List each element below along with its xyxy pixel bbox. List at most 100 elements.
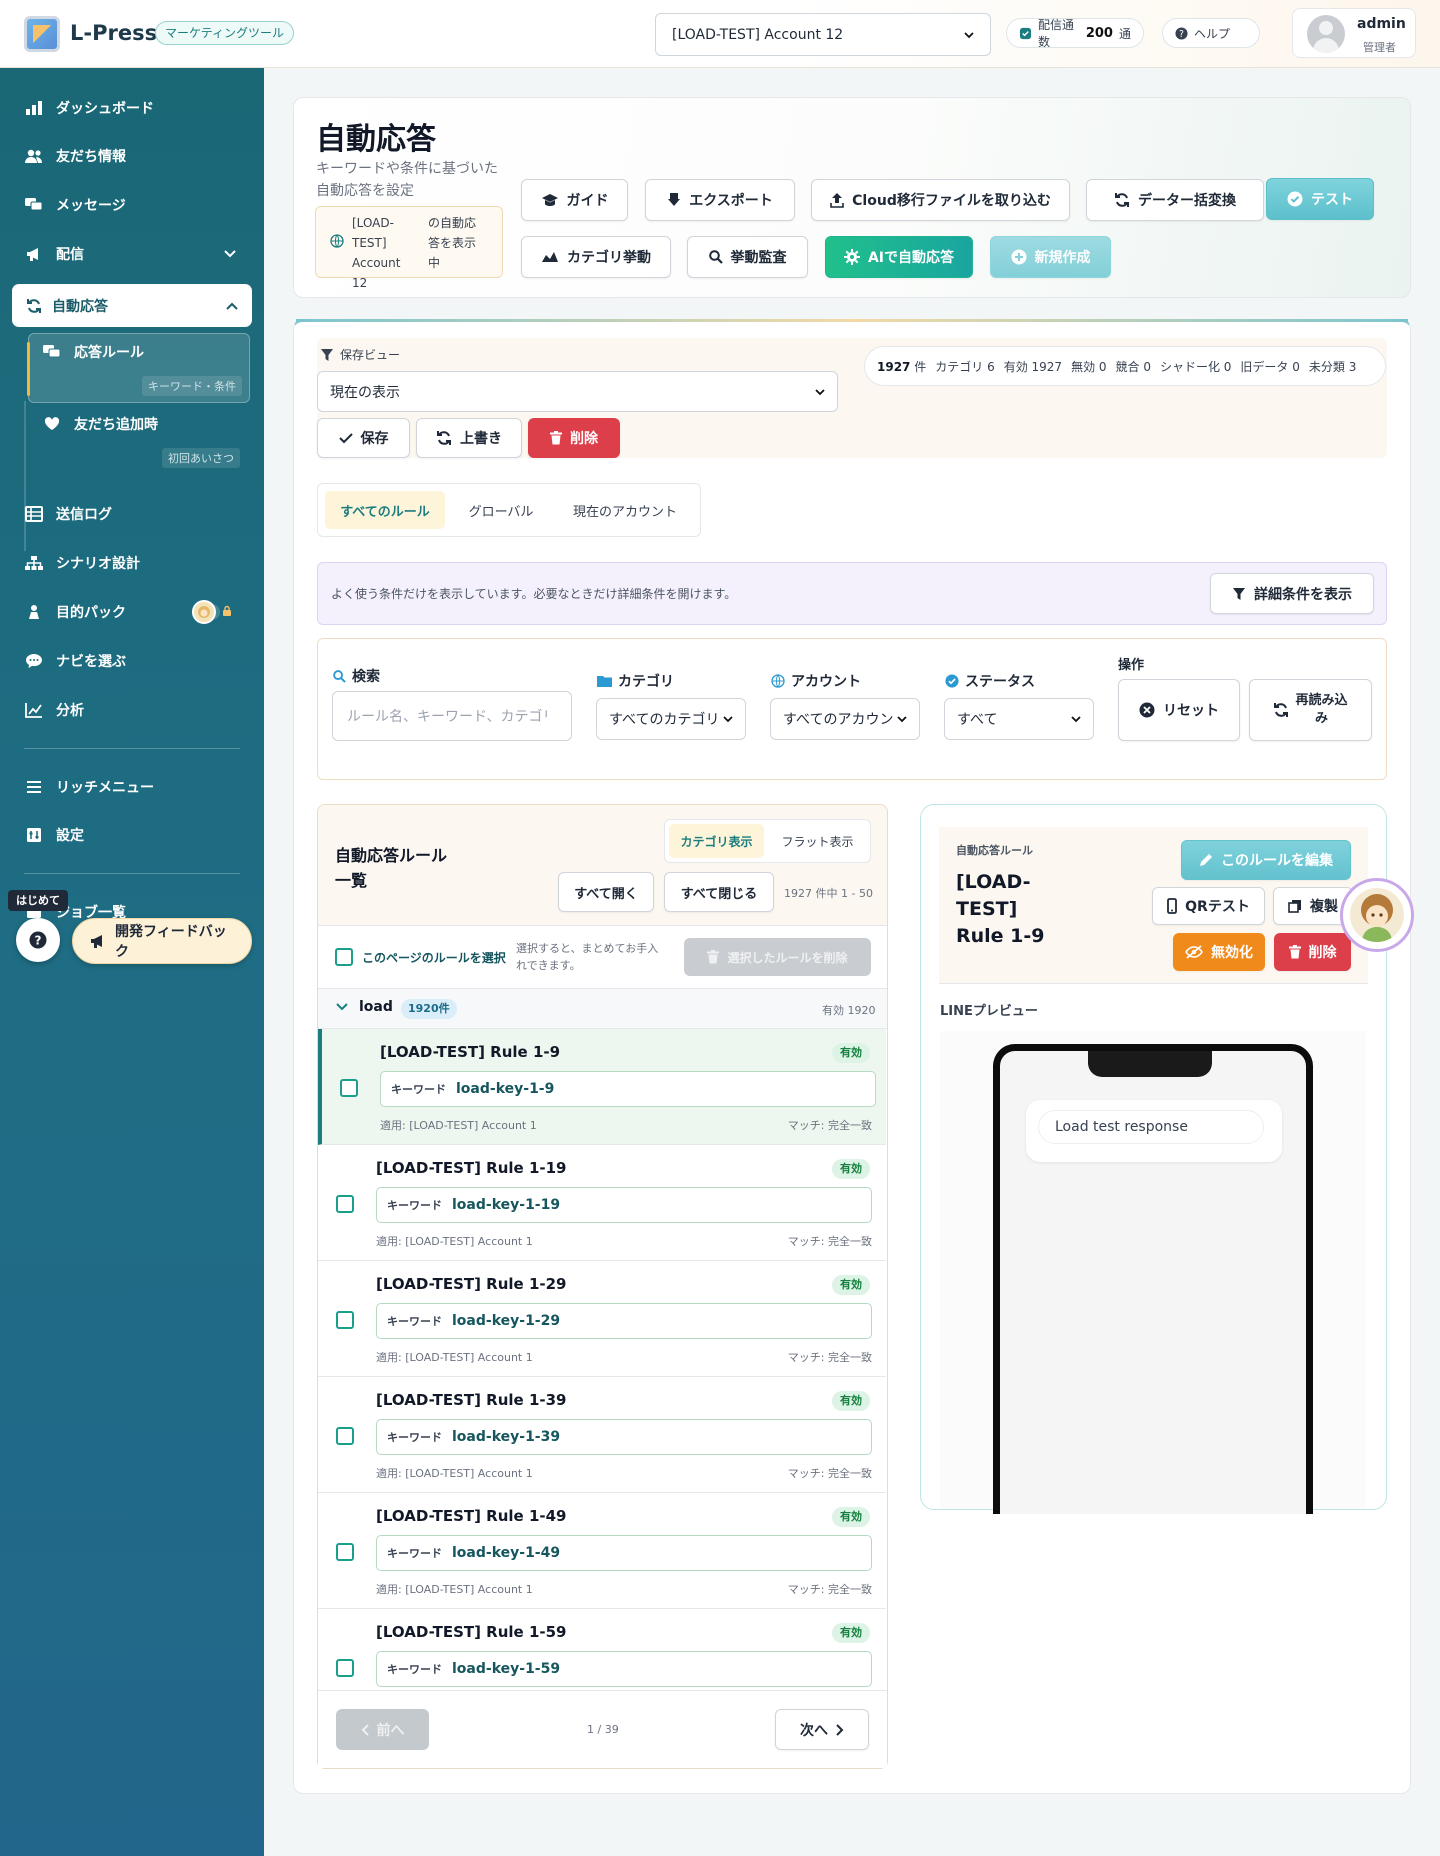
ai-reply-button[interactable]: AIで自動応答 bbox=[825, 236, 973, 278]
sidebar-item-scenario[interactable]: シナリオ設計 bbox=[24, 553, 140, 573]
group-name: load bbox=[359, 999, 393, 1015]
chevron-down-icon bbox=[815, 387, 825, 397]
globe-icon bbox=[771, 674, 785, 688]
send-icon bbox=[1019, 27, 1032, 40]
behavior-monitor-button[interactable]: 挙動監査 bbox=[687, 236, 808, 278]
next-page-button[interactable]: 次へ bbox=[775, 1709, 869, 1750]
rule-row[interactable]: [LOAD-TEST] Rule 1-29 有効 キーワード load-key-1-2… bbox=[318, 1261, 886, 1377]
delete-view-button[interactable]: 削除 bbox=[528, 418, 620, 458]
user-menu[interactable]: admin 管理者 bbox=[1292, 8, 1416, 58]
feedback-button[interactable]: 開発フィードバック bbox=[72, 918, 252, 964]
category-select[interactable]: すべてのカテゴリ bbox=[596, 698, 746, 740]
sync-icon bbox=[436, 430, 452, 446]
rule-row-checkbox[interactable] bbox=[336, 1659, 354, 1677]
account-filter-select[interactable]: すべてのアカウント bbox=[770, 698, 920, 740]
reload-button[interactable]: 再読み込 み bbox=[1249, 679, 1372, 741]
megaphone-icon bbox=[24, 246, 44, 262]
rule-status-badge: 有効 bbox=[832, 1275, 870, 1295]
help-button[interactable]: ? ヘルプ bbox=[1162, 18, 1260, 48]
rule-status-badge: 有効 bbox=[832, 1623, 870, 1643]
rule-row-checkbox[interactable] bbox=[336, 1427, 354, 1445]
sidebar-item-settings[interactable]: 設定 bbox=[24, 825, 84, 845]
disable-rule-button[interactable]: 無効化 bbox=[1173, 933, 1265, 971]
chevron-down-icon bbox=[1071, 714, 1081, 724]
account-select[interactable]: [LOAD-TEST] Account 12 bbox=[655, 13, 991, 56]
view-category-tab[interactable]: カテゴリ表示 bbox=[669, 824, 764, 858]
assistant-character-button[interactable] bbox=[1340, 878, 1414, 952]
search-input[interactable]: ルール名、キーワード、カテゴリ bbox=[332, 691, 572, 741]
rule-row-checkbox[interactable] bbox=[336, 1543, 354, 1561]
overwrite-view-button[interactable]: 上書き bbox=[416, 418, 522, 458]
detail-kicker: 自動応答ルール bbox=[956, 844, 1033, 857]
copy-icon bbox=[1288, 899, 1302, 913]
onboarding-tag: はじめて bbox=[8, 890, 68, 911]
sidebar-item-send-log[interactable]: 送信ログ bbox=[24, 504, 112, 524]
app-logo[interactable] bbox=[24, 16, 60, 52]
sidebar-item-rich-menu[interactable]: リッチメニュー bbox=[24, 777, 154, 797]
question-icon: ? bbox=[29, 931, 47, 949]
filter-icon bbox=[320, 348, 334, 362]
guide-button[interactable]: ガイド bbox=[521, 179, 628, 221]
filter-icon bbox=[1232, 587, 1246, 601]
save-view-button[interactable]: 保存 bbox=[317, 418, 410, 458]
app-name: L-Press bbox=[70, 21, 158, 45]
rule-row[interactable]: [LOAD-TEST] Rule 1-59 有効 キーワード load-key-1-5… bbox=[318, 1609, 886, 1690]
sidebar-subitem-friend-added[interactable]: 友だち追加時 bbox=[42, 414, 158, 434]
rule-row[interactable]: [LOAD-TEST] Rule 1-49 有効 キーワード load-key-1-4… bbox=[318, 1493, 886, 1609]
sidebar-item-delivery[interactable]: 配信 bbox=[24, 244, 240, 264]
tab-global[interactable]: グローバル bbox=[458, 491, 544, 529]
download-icon bbox=[667, 192, 681, 208]
show-advanced-filters-button[interactable]: 詳細条件を表示 bbox=[1210, 573, 1374, 614]
keyword-label: キーワード bbox=[387, 1431, 442, 1444]
page-title: 自動応答 bbox=[316, 122, 436, 157]
prev-page-button[interactable]: 前へ bbox=[336, 1709, 429, 1750]
tab-current-account[interactable]: 現在のアカウント bbox=[560, 491, 690, 529]
rule-keyword-box: キーワード load-key-1-9 bbox=[380, 1071, 876, 1107]
rule-row-checkbox[interactable] bbox=[340, 1079, 358, 1097]
delete-rule-button[interactable]: 削除 bbox=[1274, 933, 1351, 971]
search-icon bbox=[333, 669, 346, 683]
create-new-button[interactable]: 新規作成 bbox=[990, 236, 1111, 278]
test-button[interactable]: テスト bbox=[1266, 178, 1374, 220]
rule-row-checkbox[interactable] bbox=[336, 1195, 354, 1213]
edit-rule-button[interactable]: このルールを編集 bbox=[1181, 840, 1351, 880]
rule-title: [LOAD-TEST] Rule 1-39 bbox=[376, 1391, 567, 1409]
category-behavior-button[interactable]: カテゴリ挙動 bbox=[521, 236, 671, 278]
rule-row[interactable]: [LOAD-TEST] Rule 1-9 有効 キーワード load-key-1-9 適… bbox=[318, 1029, 886, 1145]
saved-view-select[interactable]: 現在の表示 bbox=[317, 371, 838, 412]
settings-icon bbox=[24, 827, 44, 843]
collapse-all-button[interactable]: すべて閉じる bbox=[664, 872, 774, 912]
keyword-label: キーワード bbox=[387, 1199, 442, 1212]
sidebar-item-friends[interactable]: 友だち情報 bbox=[24, 146, 126, 166]
svg-text:?: ? bbox=[35, 934, 42, 948]
keyword-value: load-key-1-39 bbox=[452, 1429, 561, 1445]
delete-selected-button[interactable]: 選択したルールを削除 bbox=[684, 938, 871, 976]
rule-row-checkbox[interactable] bbox=[336, 1311, 354, 1329]
rule-row[interactable]: [LOAD-TEST] Rule 1-39 有効キーワード load-key-1-3… bbox=[318, 1377, 886, 1493]
reset-filters-button[interactable]: リセット bbox=[1118, 679, 1240, 741]
view-flat-tab[interactable]: フラット表示 bbox=[770, 824, 865, 858]
import-cloud-button[interactable]: Cloud移行ファイルを取り込む bbox=[811, 179, 1070, 221]
sidebar-item-auto-reply[interactable]: 自動応答 bbox=[12, 284, 252, 327]
expand-all-button[interactable]: すべて開く bbox=[558, 872, 654, 912]
delivery-count-badge: 配信通数 200 通 bbox=[1006, 18, 1144, 49]
rule-keyword-box: キーワード load-key-1-39 bbox=[376, 1419, 872, 1455]
sidebar-item-dashboard[interactable]: ダッシュボード bbox=[24, 98, 154, 118]
page-subtitle-1: キーワードや条件に基づいた bbox=[316, 161, 498, 177]
rule-row[interactable]: [LOAD-TEST] Rule 1-19 有効 キーワード load-key-1-1… bbox=[318, 1145, 886, 1261]
menu-icon bbox=[24, 780, 44, 794]
select-page-checkbox[interactable] bbox=[335, 948, 353, 966]
bulk-convert-button[interactable]: データー括変換 bbox=[1086, 179, 1264, 221]
sidebar-item-analytics[interactable]: 分析 bbox=[24, 700, 84, 720]
globe-icon bbox=[330, 234, 344, 248]
status-select[interactable]: すべて bbox=[944, 698, 1094, 740]
sidebar-item-navi[interactable]: ナビを選ぶ bbox=[24, 651, 126, 671]
help-circle-button[interactable]: ? bbox=[16, 918, 60, 962]
rule-status-badge: 有効 bbox=[832, 1391, 870, 1411]
chevron-down-icon bbox=[336, 1003, 348, 1011]
sidebar-item-messages[interactable]: メッセージ bbox=[24, 195, 126, 215]
tab-all-rules[interactable]: すべてのルール bbox=[325, 491, 445, 529]
qr-test-button[interactable]: QRテスト bbox=[1152, 887, 1265, 925]
export-button[interactable]: エクスポート bbox=[645, 179, 795, 221]
page-subtitle-2: 自動応答を設定 bbox=[316, 183, 414, 199]
